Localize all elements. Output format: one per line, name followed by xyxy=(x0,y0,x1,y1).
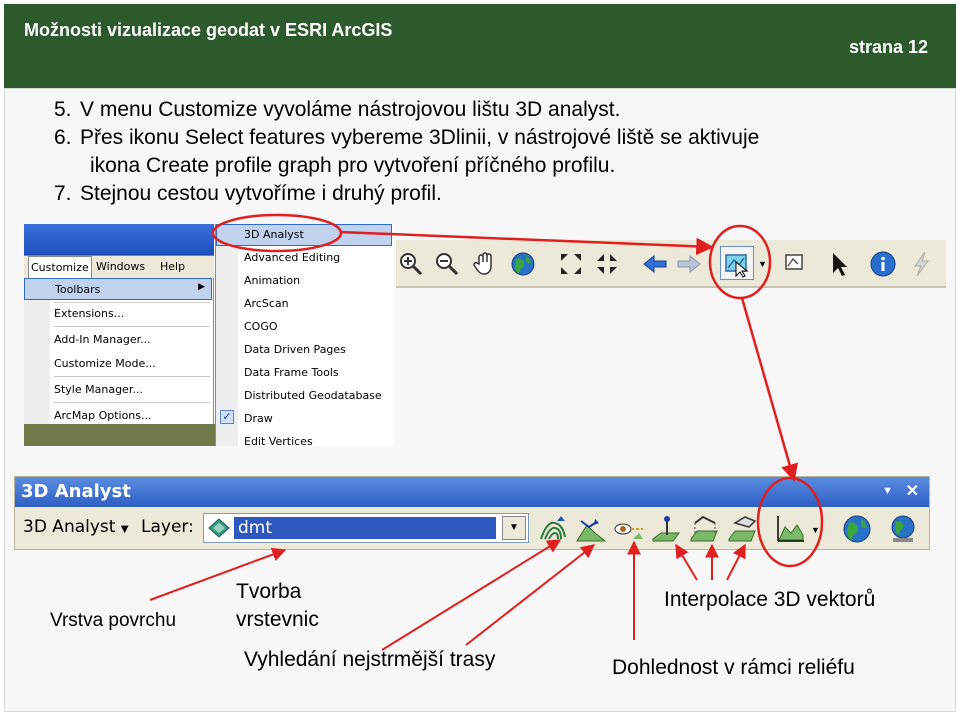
layer-select[interactable]: dmt ▼ xyxy=(203,513,529,543)
submenu-item-3d-analyst[interactable]: 3D Analyst xyxy=(244,228,304,241)
step-6: 6. Přes ikonu Select features vybereme 3D… xyxy=(54,124,934,180)
step-5: 5. V menu Customize vyvoláme nástrojovou … xyxy=(54,96,934,124)
menu-customize[interactable]: Customize xyxy=(28,256,92,278)
fixed-zoom-in-icon[interactable] xyxy=(556,249,586,279)
customize-menu-screenshot: Customize Windows Help Toolbars ▶ Extens… xyxy=(24,224,394,446)
menu-divider xyxy=(54,402,210,403)
zoom-in-icon[interactable] xyxy=(396,249,426,279)
back-arrow-icon[interactable] xyxy=(640,249,670,279)
submenu-item-advanced-editing[interactable]: Advanced Editing xyxy=(244,251,340,264)
annotation-line-of-sight: Dohlednost v rámci reliéfu xyxy=(612,656,855,679)
analyst-dropdown-menu[interactable]: 3D Analyst ▼ xyxy=(23,517,129,537)
step-number: 6. xyxy=(54,126,72,149)
slide-title: Možnosti vizualizace geodat v ESRI ArcGI… xyxy=(24,20,393,40)
fixed-zoom-out-icon[interactable] xyxy=(592,249,622,279)
raster-layer-icon xyxy=(208,518,230,538)
step-text-continued: ikona Create profile graph pro vytvoření… xyxy=(90,154,616,177)
identify-icon[interactable] xyxy=(868,249,898,279)
step-number: 5. xyxy=(54,98,72,121)
menu-windows[interactable]: Windows xyxy=(96,260,145,273)
forward-arrow-icon[interactable] xyxy=(674,249,704,279)
menu-item-label: Toolbars xyxy=(55,283,101,296)
submenu-item-cogo[interactable]: COGO xyxy=(244,320,278,333)
steepest-path-icon[interactable] xyxy=(575,513,607,545)
menu-gutter xyxy=(24,278,50,446)
chevron-down-icon[interactable]: ▼ xyxy=(811,525,820,535)
menu-divider xyxy=(54,302,210,303)
customize-dropdown: Toolbars ▶ Extensions... Add-In Manager.… xyxy=(24,278,214,446)
full-extent-globe-icon[interactable] xyxy=(508,249,538,279)
step-number: 7. xyxy=(54,182,72,205)
line-of-sight-icon[interactable] xyxy=(613,513,645,545)
close-icon[interactable]: ✕ xyxy=(906,481,919,501)
annotation-steepest-path: Vyhledání nejstrmější trasy xyxy=(244,648,496,671)
interpolate-line-icon[interactable] xyxy=(689,513,721,545)
submenu-highlight xyxy=(216,224,392,246)
chevron-down-icon[interactable]: ▼ xyxy=(758,259,767,269)
submenu-item-draw[interactable]: Draw xyxy=(244,412,273,425)
chevron-down-icon[interactable]: ▼ xyxy=(502,516,526,540)
menu-help[interactable]: Help xyxy=(160,260,185,273)
arcglobe-icon[interactable] xyxy=(841,513,873,545)
annotation-interpolate: Interpolace 3D vektorů xyxy=(664,588,876,611)
menu-divider xyxy=(54,376,210,377)
window-titlebar xyxy=(24,224,214,255)
menu-bar: Customize Windows Help xyxy=(24,256,214,278)
submenu-item-edit-vertices[interactable]: Edit Vertices xyxy=(244,435,313,446)
submenu-item-data-driven-pages[interactable]: Data Driven Pages xyxy=(244,343,346,356)
menu-item-customize-mode[interactable]: Customize Mode... xyxy=(54,357,156,370)
menu-item-addin-manager[interactable]: Add-In Manager... xyxy=(54,333,151,346)
select-elements-arrow-icon[interactable] xyxy=(824,249,854,279)
arcscene-icon[interactable] xyxy=(887,513,919,545)
layer-selection-highlight: dmt xyxy=(234,517,496,539)
hyperlink-bolt-icon[interactable] xyxy=(906,249,936,279)
page-number: strana 12 xyxy=(848,37,928,57)
interpolate-polygon-icon[interactable] xyxy=(727,513,759,545)
submenu-item-data-frame-tools[interactable]: Data Frame Tools xyxy=(244,366,339,379)
contour-icon[interactable] xyxy=(537,513,569,545)
pan-hand-icon[interactable] xyxy=(470,249,500,279)
dropdown-label: 3D Analyst xyxy=(23,517,116,537)
chevron-down-icon[interactable]: ▼ xyxy=(882,485,893,497)
menu-item-arcmap-options[interactable]: ArcMap Options... xyxy=(54,409,152,422)
zoom-out-icon[interactable] xyxy=(432,249,462,279)
clear-selection-icon[interactable] xyxy=(780,249,810,279)
annotation-surface-layer: Vrstva povrchu xyxy=(50,610,177,631)
checkmark-icon: ✓ xyxy=(220,410,234,424)
submenu-item-distributed-geodatabase[interactable]: Distributed Geodatabase xyxy=(244,389,382,402)
interpolate-point-icon[interactable] xyxy=(651,513,683,545)
chevron-down-icon: ▼ xyxy=(120,524,129,535)
step-text: Přes ikonu Select features vybereme 3Dli… xyxy=(80,126,760,149)
menu-item-extensions[interactable]: Extensions... xyxy=(54,307,124,320)
toolbar-title: 3D Analyst xyxy=(21,481,131,502)
map-strip-bottom xyxy=(24,424,216,446)
toolbar-row: 3D Analyst ▼ Layer: dmt ▼ ▼ xyxy=(15,509,929,549)
toolbar-titlebar: 3D Analyst ▼ ✕ xyxy=(15,477,929,507)
layer-label: Layer: xyxy=(141,517,194,537)
select-features-icon[interactable] xyxy=(722,249,752,279)
menu-item-toolbars[interactable]: Toolbars ▶ xyxy=(24,278,212,300)
standard-toolbar-screenshot: ▼ xyxy=(396,240,946,288)
submenu-item-arcscan[interactable]: ArcScan xyxy=(244,297,289,310)
layer-value: dmt xyxy=(238,518,273,538)
step-text: V menu Customize vyvoláme nástrojovou li… xyxy=(80,98,621,121)
step-7: 7. Stejnou cestou vytvoříme i druhý profi… xyxy=(54,180,934,208)
menu-divider xyxy=(54,326,210,327)
submenu-item-animation[interactable]: Animation xyxy=(244,274,300,287)
analyst-toolbar-screenshot: 3D Analyst ▼ ✕ 3D Analyst ▼ Layer: dmt ▼ xyxy=(14,476,930,550)
submenu-arrow-icon: ▶ xyxy=(198,282,205,292)
steps-list: 5. V menu Customize vyvoláme nástrojovou … xyxy=(54,96,934,208)
create-profile-graph-icon[interactable] xyxy=(775,513,807,545)
menu-item-style-manager[interactable]: Style Manager... xyxy=(54,383,143,396)
annotation-contours-line1: Tvorba xyxy=(236,580,302,603)
slide-header: Možnosti vizualizace geodat v ESRI ArcGI… xyxy=(4,4,956,88)
annotation-contours-line2: vrstevnic xyxy=(236,608,319,631)
step-text: Stejnou cestou vytvoříme i druhý profil. xyxy=(80,182,442,205)
toolbars-submenu: 3D Analyst Advanced Editing Animation Ar… xyxy=(215,224,394,446)
